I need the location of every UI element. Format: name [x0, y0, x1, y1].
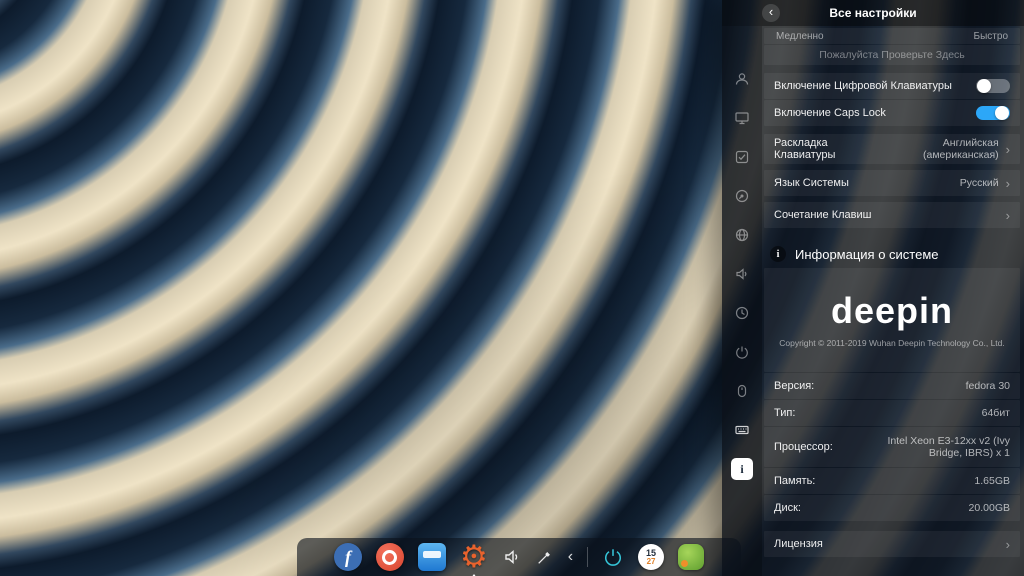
- fedora-launcher-icon[interactable]: f: [334, 543, 362, 571]
- language-value: Русский: [960, 177, 999, 189]
- license-row[interactable]: Лицензия ›: [764, 531, 1020, 557]
- file-manager-app-icon[interactable]: [418, 543, 446, 571]
- dock-divider: [587, 547, 588, 567]
- type-row: Тип: 64бит: [764, 400, 1020, 426]
- volume-icon[interactable]: [502, 547, 522, 567]
- deepin-logo-block: deepin Copyright © 2011-2019 Wuhan Deepi…: [764, 268, 1020, 372]
- accounts-icon[interactable]: [731, 68, 753, 90]
- mouse-icon[interactable]: [731, 380, 753, 402]
- slow-label: Медленно: [776, 31, 824, 42]
- control-center-panel: ‹ Все настройки: [722, 0, 1024, 576]
- capslock-toggle-row: Включение Caps Lock: [764, 100, 1020, 126]
- numlock-label: Включение Цифровой Клавиатуры: [774, 80, 952, 92]
- keyboard-icon[interactable]: [731, 419, 753, 441]
- capslock-switch[interactable]: [976, 106, 1010, 120]
- desktop-wallpaper: ‹ Все настройки: [0, 0, 1024, 576]
- datetime-icon[interactable]: [731, 302, 753, 324]
- info-circle-icon: i: [770, 246, 786, 262]
- shutdown-icon[interactable]: [602, 546, 624, 568]
- file-manager-icon: [418, 543, 446, 571]
- type-value: 64бит: [982, 407, 1010, 419]
- system-language-row[interactable]: Язык Системы Русский ›: [764, 170, 1020, 196]
- memory-row: Память: 1.65GB: [764, 468, 1020, 494]
- version-label: Версия:: [774, 380, 814, 392]
- sound-icon[interactable]: [731, 263, 753, 285]
- license-label: Лицензия: [774, 538, 823, 550]
- layout-value: Английская (американская): [879, 137, 999, 161]
- music-icon: [376, 543, 404, 571]
- chevron-right-icon: ›: [1006, 208, 1010, 223]
- collapse-plugins-icon[interactable]: ‹: [568, 548, 573, 566]
- keyboard-layout-row[interactable]: Раскладка Клавиатуры Английская (америка…: [764, 134, 1020, 164]
- module-strip: i: [722, 26, 762, 576]
- keyboard-test-input[interactable]: Пожалуйста Проверьте Здесь: [764, 45, 1020, 65]
- copyright-text: Copyright © 2011-2019 Wuhan Deepin Techn…: [779, 338, 1005, 348]
- system-info-section-header: i Информация о системе: [770, 246, 1014, 262]
- version-value: fedora 30: [966, 380, 1010, 392]
- gear-icon: ⚙: [460, 542, 488, 573]
- layout-label: Раскладка Клавиатуры: [774, 137, 879, 161]
- shortcuts-label: Сочетание Клавиш: [774, 209, 872, 221]
- chevron-right-icon: ›: [1006, 142, 1010, 157]
- panel-header: ‹ Все настройки: [722, 0, 1024, 26]
- numlock-toggle-row: Включение Цифровой Клавиатуры: [764, 73, 1020, 99]
- chevron-right-icon: ›: [1006, 176, 1010, 191]
- default-applications-icon[interactable]: [731, 146, 753, 168]
- processor-value: Intel Xeon E3-12xx v2 (Ivy Bridge, IBRS)…: [860, 435, 1010, 459]
- language-label: Язык Системы: [774, 177, 849, 189]
- shortcuts-row[interactable]: Сочетание Клавиш ›: [764, 202, 1020, 228]
- disk-value: 20.00GB: [969, 502, 1010, 514]
- test-placeholder: Пожалуйста Проверьте Здесь: [819, 49, 965, 61]
- launcher-icon[interactable]: [678, 544, 704, 570]
- calendar-bottom-number: 27: [647, 558, 656, 566]
- type-label: Тип:: [774, 407, 795, 419]
- fast-label: Быстро: [974, 31, 1008, 42]
- memory-value: 1.65GB: [974, 475, 1010, 487]
- numlock-switch[interactable]: [976, 79, 1010, 93]
- display-icon[interactable]: [731, 107, 753, 129]
- power-settings-icon[interactable]: [731, 341, 753, 363]
- processor-label: Процессор:: [774, 441, 833, 453]
- repeat-speed-labels: Медленно Быстро: [764, 28, 1020, 44]
- music-app-icon[interactable]: [376, 543, 404, 571]
- control-center-app-icon[interactable]: ⚙: [460, 542, 488, 573]
- panel-content[interactable]: Медленно Быстро Пожалуйста Проверьте Зде…: [762, 26, 1024, 576]
- calendar-clock-icon[interactable]: 15 27: [638, 544, 664, 570]
- chevron-right-icon: ›: [1006, 537, 1010, 552]
- personalization-icon[interactable]: [731, 185, 753, 207]
- processor-row: Процессор: Intel Xeon E3-12xx v2 (Ivy Br…: [764, 427, 1020, 467]
- disk-row: Диск: 20.00GB: [764, 495, 1020, 521]
- system-info-title: Информация о системе: [795, 247, 939, 262]
- deepin-logo: deepin: [831, 293, 953, 329]
- dock: f ⚙ ‹ 15 27: [297, 538, 741, 576]
- fedora-logo: f: [334, 543, 362, 571]
- disk-label: Диск:: [774, 502, 801, 514]
- theme-brush-icon[interactable]: [536, 548, 554, 566]
- capslock-label: Включение Caps Lock: [774, 107, 886, 119]
- version-row: Версия: fedora 30: [764, 373, 1020, 399]
- system-info-icon[interactable]: i: [731, 458, 753, 480]
- memory-label: Память:: [774, 475, 815, 487]
- back-button[interactable]: ‹: [762, 4, 780, 22]
- panel-title: Все настройки: [829, 6, 916, 20]
- network-icon[interactable]: [731, 224, 753, 246]
